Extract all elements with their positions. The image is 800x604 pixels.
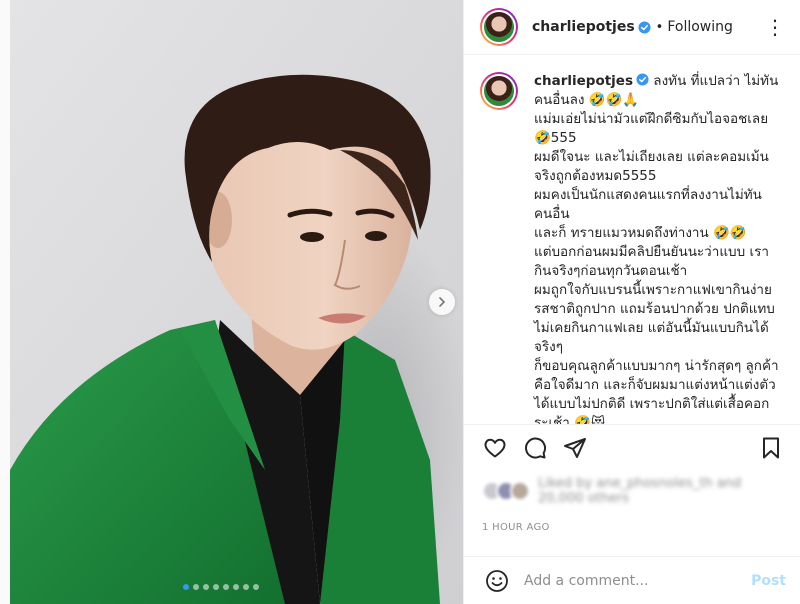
caption-line: ผมถูกใจกับแบรนนี้เพราะกาแฟเขากินง่าย [534,282,772,298]
caption-line: แม่มเอ่ยไม่น่ามัวแต่ฝึกดีซิมกับไอจอชเลย [534,111,769,127]
verified-badge-icon [638,20,651,34]
send-icon [564,437,586,458]
comment-input[interactable] [524,572,752,589]
caption-line: คือใจดีมาก และก็จับผมมาแต่งหน้าแต่งตัว [534,377,776,393]
chevron-right-icon [439,297,446,307]
post-photo[interactable] [0,0,463,604]
carousel-dot [203,584,209,590]
likes-text: Liked by ane_phosnoles_th and 20,000 oth… [538,476,741,506]
caption-line: กินจริงๆก่อนทุกวันตอนเช้า [534,263,688,279]
caption-line: จริงๆ [534,339,564,355]
emoji-picker-button[interactable] [484,568,510,594]
caption-line: ได้แบบไม่ปกติดี เพราะปกติใส่แต่เสื้อคอก [534,396,770,412]
verified-badge-icon [636,73,649,86]
comment-icon [525,437,547,459]
likes-summary[interactable]: Liked by ane_phosnoles_th and 20,000 oth… [482,474,786,508]
carousel-dot [253,584,259,590]
caption-line: แต่บอกก่อนผมมีคลิปยืนยันนะว่าแบบ เรา [534,244,769,260]
photo-left-margin [0,0,10,604]
post-comment-button[interactable]: Post [751,573,786,589]
save-button[interactable] [758,435,784,461]
like-button[interactable] [482,435,508,461]
liker-avatars [482,481,530,501]
carousel-indicator [183,584,259,590]
carousel-next-button[interactable] [429,289,455,315]
carousel-dot [223,584,229,590]
caption-line: และก็ ทรายแมวหมดถึงท่างาน 🤣🤣 [534,225,747,241]
caption-line: จริงถูกต้องหมด5555 [534,168,657,184]
post-timestamp[interactable]: 1 HOUR AGO [482,522,550,533]
carousel-dot [243,584,249,590]
caption-line: charliepotjes ลงทัน ที่แปลว่า ไม่ทัน [534,73,779,89]
caption-line: 🤣555 [534,130,577,146]
carousel-dot [233,584,239,590]
heart-icon [484,438,506,457]
post-side-panel: charliepotjes • Following ⋮ charliepotje… [463,0,800,604]
share-button[interactable] [562,435,588,461]
caption-line: ไม่เคยกินกาแฟเลย แต่อันนี้มันแบบกินได้ [534,320,769,336]
header-separator: • [655,19,664,35]
caption-avatar[interactable] [480,72,518,110]
portrait-image [0,0,463,604]
likes-line: 20,000 others [538,491,630,506]
caption-line: คนอื่น [534,206,570,222]
likes-line: Liked by ane_phosnoles_th and [538,476,742,491]
caption-line: ผมดีใจนะ และไม่เถียงเลย แต่ละคอมเม้น [534,149,769,165]
avatar[interactable] [480,8,518,46]
carousel-dot [213,584,219,590]
caption-line: ระเช้า 🤣😻 [534,415,606,424]
bookmark-icon [763,437,779,458]
carousel-dot [193,584,199,590]
username-link[interactable]: charliepotjes [532,19,635,35]
post-header: charliepotjes • Following ⋮ [464,0,800,55]
comment-button[interactable] [522,435,548,461]
action-bar [464,424,800,470]
caption-row: charliepotjes ลงทัน ที่แปลว่า ไม่ทัน คนอ… [480,72,786,424]
caption-text: charliepotjes ลงทัน ที่แปลว่า ไม่ทัน คนอ… [534,72,786,424]
following-button[interactable]: Following [667,19,733,35]
carousel-dot [183,584,189,590]
smiley-icon [486,569,508,592]
avatar [510,481,530,501]
caption-line: ผมคงเป็นนักแสดงคนแรกที่ลงงานไม่ทัน [534,187,762,203]
caption-line: คนอื่นลง 🤣🤣🙏 [534,92,640,108]
caption-username-link[interactable]: charliepotjes [534,73,633,89]
caption-line: รสชาติถูกปาก แถมร้อนปากด้วย ปกติแทบ [534,301,775,317]
comment-bar: Post [464,556,800,604]
more-options-icon[interactable]: ⋮ [765,17,786,37]
caption-section: charliepotjes ลงทัน ที่แปลว่า ไม่ทัน คนอ… [464,56,800,424]
caption-line: ก็ขอบคุณลูกค้าแบบมากๆ น่ารักสุดๆ ลูกค้า [534,358,779,374]
